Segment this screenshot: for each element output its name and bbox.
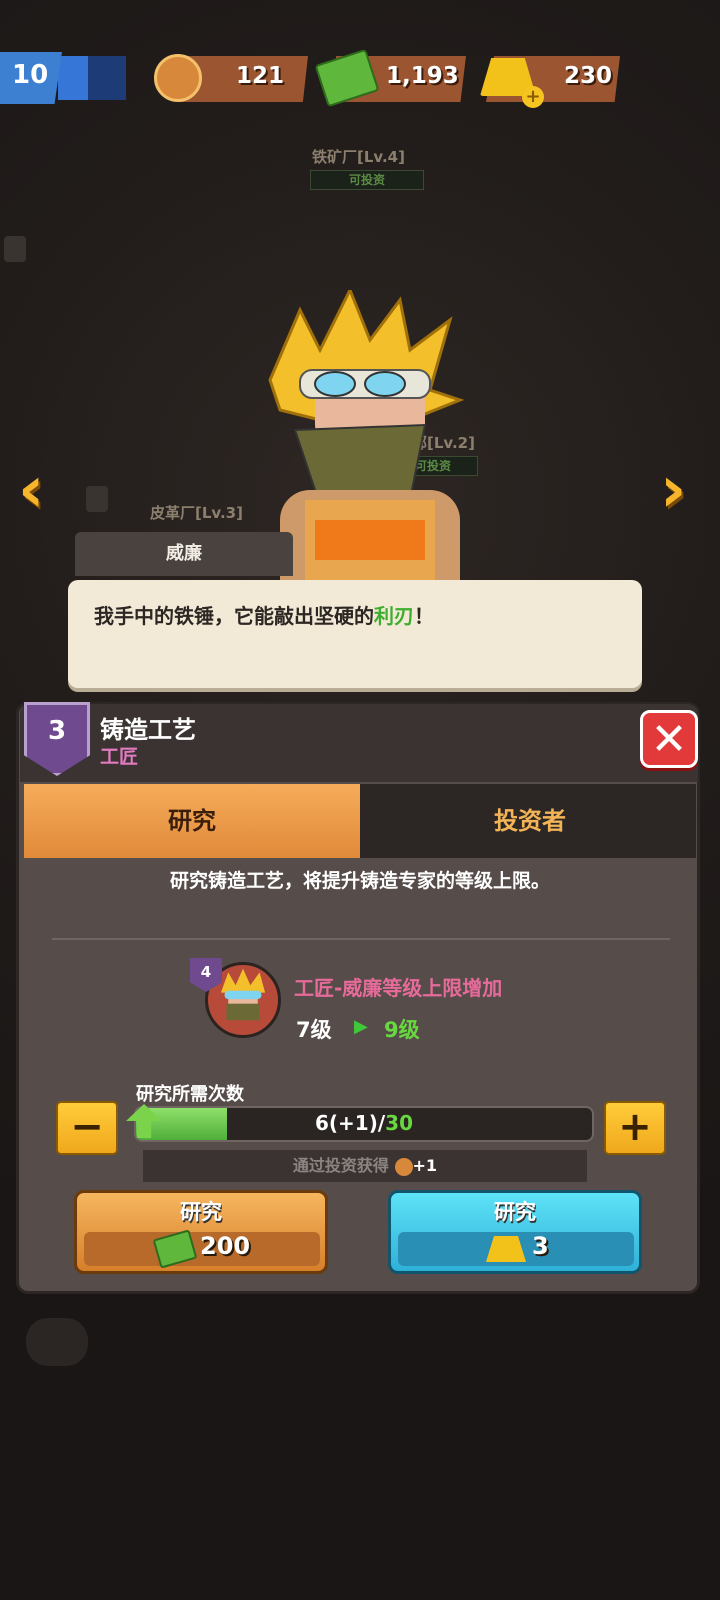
invest-hint: 通过投资获得 +1: [143, 1150, 587, 1182]
panel-level: 3: [47, 716, 67, 746]
coin-icon: [154, 54, 202, 102]
research-cash-label: 研究: [180, 1200, 222, 1224]
effect-description: 工匠-威廉等级上限增加: [294, 976, 503, 1000]
research-description: 研究铸造工艺，将提升铸造专家的等级上限。: [169, 870, 550, 892]
decrease-button[interactable]: −: [56, 1101, 118, 1155]
coin-icon: [394, 1157, 413, 1176]
arrow-right-icon: ▶: [354, 1016, 368, 1037]
close-button[interactable]: ✕: [640, 710, 698, 768]
coin-value: 121: [236, 63, 285, 89]
dialog-text: 我手中的铁锤，它能敲出坚硬的利刃！: [94, 604, 434, 628]
add-gold-icon[interactable]: +: [522, 86, 544, 108]
next-arrow-icon[interactable]: ›: [660, 458, 700, 522]
increase-button[interactable]: +: [604, 1101, 666, 1155]
research-gold-cost: 3: [532, 1232, 549, 1260]
panel-title: 铸造工艺: [100, 716, 196, 744]
building-status-iron-mine: 可投资: [310, 170, 424, 190]
research-gold-label: 研究: [494, 1200, 536, 1224]
research-cash-cost: 200: [200, 1232, 251, 1260]
dialog-speaker: 威廉: [75, 532, 293, 576]
panel-subtitle: 工匠: [100, 746, 139, 768]
building-label-iron-mine: 铁矿厂[Lv.4]: [312, 148, 405, 166]
prev-arrow-icon[interactable]: ‹: [18, 458, 58, 522]
divider: [52, 938, 670, 940]
cash-value: 1,193: [386, 63, 459, 89]
research-count-label: 研究所需次数: [136, 1084, 244, 1105]
lock-icon: [4, 236, 26, 262]
gold-value: 230: [564, 63, 613, 89]
player-level: 10: [12, 60, 49, 90]
dialog-box: 我手中的铁锤，它能敲出坚硬的利刃！: [68, 580, 642, 688]
dialog-highlight: 利刃: [374, 604, 414, 628]
tab-investors[interactable]: 投资者: [364, 784, 696, 858]
building-label-tannery: 皮革厂[Lv.3]: [150, 504, 243, 522]
level-progress-fill: [58, 56, 88, 100]
tab-research[interactable]: 研究: [24, 784, 360, 858]
research-progress-text: 6(+1)/30: [314, 1111, 414, 1135]
level-cap-to: 9级: [384, 1018, 420, 1042]
lock-icon: [86, 486, 108, 512]
level-cap-from: 7级: [296, 1018, 332, 1042]
chat-bubble-icon[interactable]: [26, 1318, 88, 1366]
